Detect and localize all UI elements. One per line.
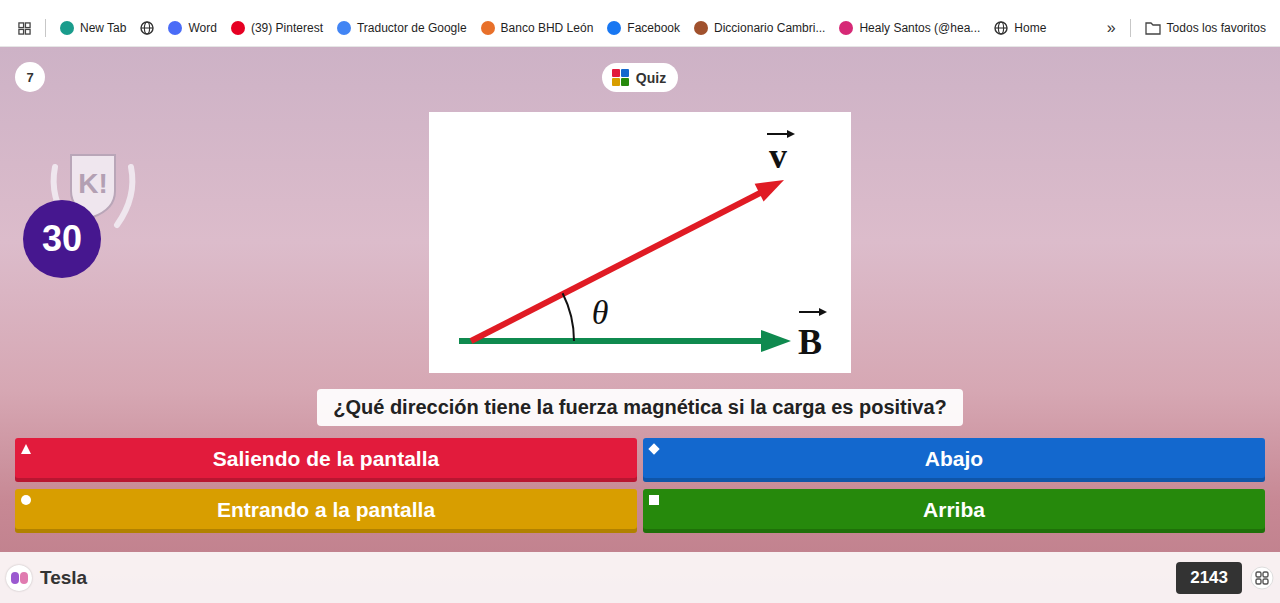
question-figure: θ v B — [429, 112, 851, 373]
bookmark[interactable]: (39) Pinterest — [231, 21, 323, 35]
question-text: ¿Qué dirección tiene la fuerza magnética… — [317, 389, 963, 426]
b-vector — [459, 330, 791, 352]
question-number-badge: 7 — [15, 62, 45, 92]
v-vector — [471, 180, 784, 341]
timer: 30 — [23, 200, 101, 278]
screen: New Tab Word (39) Pinterest Traductor de Go… — [0, 0, 1280, 603]
v-label: v — [767, 130, 795, 176]
quiz-stage: 7 K!30 Quiz θ v B ¿Qué dirección tiene la fuer… — [0, 47, 1280, 603]
angle-label: θ — [592, 294, 609, 331]
answer-button[interactable]: Entrando a la pantalla — [15, 489, 637, 533]
bookmark-label: Word — [188, 21, 216, 35]
bookmark-label: Banco BHD León — [501, 21, 594, 35]
triangle-icon — [21, 444, 31, 454]
angle-arc — [563, 293, 574, 341]
b-label: B — [798, 308, 827, 362]
bookmark-label: Healy Santos (@hea... — [859, 21, 980, 35]
favicon-icon — [168, 21, 182, 35]
favicon-icon — [60, 21, 74, 35]
vector-diagram: θ v B — [429, 112, 851, 373]
all-bookmarks[interactable]: Todos los favoritos — [1145, 21, 1266, 35]
separator — [45, 19, 46, 37]
favicon-icon — [231, 21, 245, 35]
favicon-icon — [337, 21, 351, 35]
bookmark[interactable]: Healy Santos (@hea... — [839, 21, 980, 35]
quiz-icon — [612, 69, 629, 86]
bookmark[interactable]: Facebook — [607, 21, 680, 35]
player-bar: Tesla 2143 — [0, 552, 1280, 603]
bookmark-label: Diccionario Cambri... — [714, 21, 825, 35]
answer-button[interactable]: Arriba — [643, 489, 1265, 533]
separator — [1130, 19, 1131, 37]
diamond-icon — [648, 443, 659, 454]
bookmark-label: Todos los favoritos — [1167, 21, 1266, 35]
bookmark[interactable]: Traductor de Google — [337, 21, 467, 35]
favicon-icon — [607, 21, 621, 35]
svg-text:B: B — [798, 322, 822, 362]
quiz-type-pill: Quiz — [602, 63, 678, 92]
bookmark[interactable] — [140, 21, 154, 35]
favicon-icon — [839, 21, 853, 35]
more-bookmarks-button[interactable]: » — [1107, 19, 1116, 37]
answer-button[interactable]: Saliendo de la pantalla — [15, 438, 637, 482]
svg-text:v: v — [769, 136, 787, 176]
logo-text: K! — [78, 168, 108, 199]
globe-icon — [140, 21, 154, 35]
bookmark[interactable]: New Tab — [60, 21, 126, 35]
bookmark-label: Home — [1014, 21, 1046, 35]
answer-button[interactable]: Abajo — [643, 438, 1265, 482]
answer-grid: Saliendo de la pantallaAbajoEntrando a l… — [0, 438, 1280, 533]
bookmark-label: Facebook — [627, 21, 680, 35]
favicon-icon — [481, 21, 495, 35]
folder-icon — [1145, 21, 1161, 35]
score-box: 2143 — [1176, 562, 1242, 594]
globe-icon — [994, 21, 1008, 35]
apps-grid-icon[interactable] — [18, 22, 31, 35]
bookmark-label: New Tab — [80, 21, 126, 35]
bookmark[interactable]: Home — [994, 21, 1046, 35]
square-icon — [649, 495, 659, 505]
bookmarks-bar: New Tab Word (39) Pinterest Traductor de Go… — [0, 0, 1280, 47]
circle-icon — [21, 495, 31, 505]
bookmark[interactable]: Word — [168, 21, 216, 35]
brain-icon[interactable] — [6, 565, 32, 591]
bookmark[interactable]: Diccionario Cambri... — [694, 21, 825, 35]
player-name: Tesla — [40, 567, 87, 589]
favicon-icon — [694, 21, 708, 35]
bookmark[interactable]: Banco BHD León — [481, 21, 594, 35]
bookmark-label: (39) Pinterest — [251, 21, 323, 35]
bookmark-label: Traductor de Google — [357, 21, 467, 35]
grid-menu-icon[interactable] — [1250, 566, 1274, 590]
